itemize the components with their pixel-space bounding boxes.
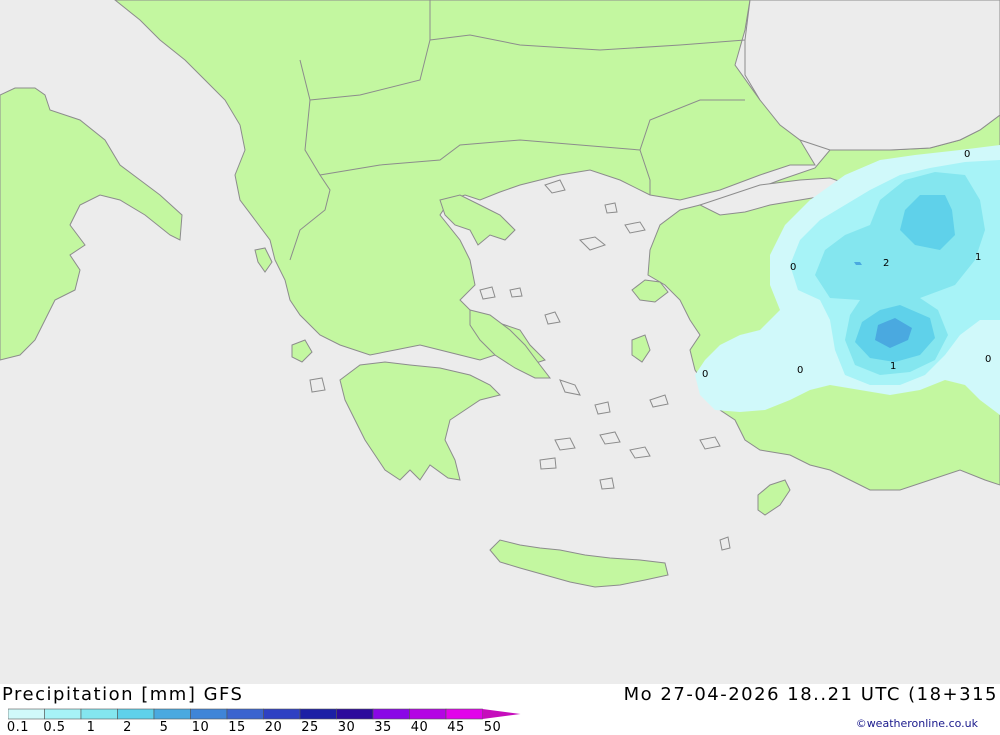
scale-swatch — [226, 708, 264, 720]
scale-arrow — [482, 709, 521, 719]
contour-label: 0 — [985, 354, 991, 365]
scale-swatch — [8, 708, 45, 720]
contour-label: 0 — [790, 262, 796, 273]
scale-swatch — [117, 708, 155, 720]
credit-link[interactable]: ©weatheronline.co.uk — [856, 717, 978, 730]
sea-black-sea — [744, 0, 1000, 151]
scale-tick-labels: 0.1 0.5 1 2 5 10 15 20 25 30 35 40 45 50 — [0, 720, 520, 735]
scale-swatch — [153, 708, 191, 720]
contour-label: 0 — [797, 365, 803, 376]
scale-swatch — [80, 708, 118, 720]
scale-swatch — [409, 708, 447, 720]
scale-swatch — [445, 708, 483, 720]
contour-label: 1 — [890, 361, 896, 372]
scale-swatch — [299, 708, 337, 720]
color-scale — [8, 708, 521, 720]
scale-swatch — [190, 708, 228, 720]
contour-label: 1 — [975, 252, 981, 263]
map-title: Precipitation [mm] GFS — [2, 684, 244, 705]
scale-swatch — [372, 708, 410, 720]
valid-time: Mo 27-04-2026 18..21 UTC (18+315 — [623, 684, 998, 705]
contour-label: 0 — [964, 149, 970, 160]
precipitation-map: 0 2 1 0 0 0 1 0 — [0, 0, 1000, 684]
scale-swatch — [336, 708, 374, 720]
scale-swatch — [263, 708, 301, 720]
scale-swatch — [44, 708, 82, 720]
legend-footer: Precipitation [mm] GFS Mo 27-04-2026 18.… — [0, 684, 1000, 735]
contour-label: 2 — [883, 258, 889, 269]
contour-label: 0 — [702, 369, 708, 380]
